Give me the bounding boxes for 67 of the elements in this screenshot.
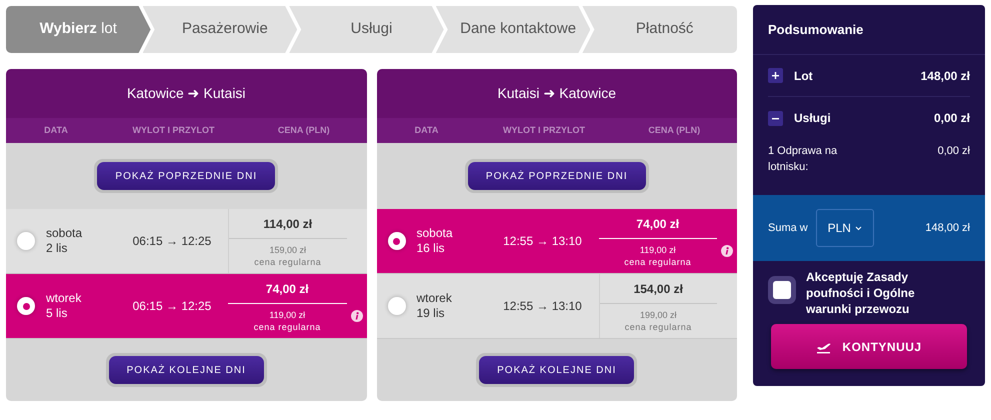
- show-days-button[interactable]: POKAŻ KOLEJNE DNI: [108, 356, 264, 384]
- step-tab[interactable]: Płatność: [582, 6, 737, 53]
- show-days-button[interactable]: POKAŻ POPRZEDNIE DNI: [97, 162, 276, 190]
- regular-price: 119,00 zł: [269, 308, 306, 320]
- column-label: CENA (PLN): [648, 124, 700, 137]
- column-label: WYLOT I PRZYLOT: [132, 124, 214, 137]
- section-amount: 148,00 zł: [920, 68, 970, 84]
- price: 114,00 zł: [263, 216, 312, 232]
- column-label: WYLOT I PRZYLOT: [503, 124, 585, 137]
- regular-price-label: cena regularna: [624, 320, 692, 332]
- currency-select[interactable]: PLN: [816, 209, 874, 247]
- item-label: 1 Odprawa na lotnisku:: [768, 144, 838, 175]
- day-name: sobota: [416, 226, 454, 241]
- summary-title: Podsumowanie: [768, 20, 864, 39]
- radio-button[interactable]: [388, 297, 406, 315]
- step-tab[interactable]: Pasażerowie: [142, 6, 298, 53]
- date-text: 19 lis: [416, 306, 446, 321]
- day-name: wtorek: [46, 291, 82, 306]
- radio-button[interactable]: [17, 297, 35, 315]
- regular-price-label: cena regularna: [624, 256, 692, 268]
- show-days-button[interactable]: POKAŻ POPRZEDNIE DNI: [468, 162, 646, 190]
- price: 154,00 zł: [634, 280, 683, 298]
- step-tab[interactable]: Wybierz lot: [6, 6, 151, 53]
- expand-icon[interactable]: [768, 68, 783, 83]
- radio-button[interactable]: [17, 232, 35, 250]
- continue-button[interactable]: KONTYNUUJ: [771, 324, 967, 369]
- flight-row[interactable]: wtorek 19 lis 12:55 → 13:10 154,00 zł 199,00 zł cena regularna: [376, 274, 737, 339]
- step-tab[interactable]: Usługi: [289, 6, 444, 53]
- terms-checkbox[interactable]: [768, 276, 796, 304]
- column-label: DATA: [44, 124, 68, 137]
- collapse-icon[interactable]: [768, 110, 783, 126]
- flight-times: 12:55 → 13:10: [502, 298, 583, 315]
- day-name: sobota: [46, 226, 84, 241]
- regular-price: 119,00 zł: [640, 244, 676, 256]
- route-title: Kutaisi ➜ Katowice: [497, 84, 616, 103]
- terms-text: Akceptuję Zasady poufności i Ogólne warunki przewozu: [806, 269, 916, 317]
- regular-price: 199,00 zł: [640, 308, 677, 320]
- show-days-button[interactable]: POKAŻ KOLEJNE DNI: [479, 356, 634, 384]
- date-text: 5 lis: [46, 306, 68, 321]
- regular-price-label: cena regularna: [254, 256, 322, 268]
- regular-price: 159,00 zł: [269, 244, 306, 256]
- column-label: DATA: [414, 124, 438, 137]
- info-icon[interactable]: [350, 310, 362, 322]
- section-label: Lot: [794, 68, 814, 84]
- info-icon[interactable]: [721, 245, 733, 257]
- total-amount: 148,00 zł: [925, 220, 970, 236]
- price: 74,00 zł: [636, 216, 680, 232]
- step-tab[interactable]: Dane kontaktowe: [436, 6, 590, 53]
- section-label: Usługi: [794, 110, 832, 127]
- column-label: CENA (PLN): [278, 124, 330, 137]
- radio-button[interactable]: [388, 232, 406, 250]
- route-title: Katowice ➜ Kutaisi: [126, 84, 246, 103]
- flight-times: 12:55 → 13:10: [502, 233, 583, 250]
- section-amount: 0,00 zł: [934, 110, 970, 127]
- total-label: Suma w: [768, 220, 808, 236]
- date-text: 16 lis: [416, 241, 446, 256]
- chevron-down-icon: [854, 226, 862, 230]
- flight-times: 06:15 → 12:25: [132, 233, 212, 250]
- flight-row[interactable]: wtorek 5 lis 06:15 → 12:25 74,00 zł 119,00 zł cena regularna: [6, 274, 366, 339]
- day-name: wtorek: [416, 291, 453, 306]
- price: 74,00 zł: [266, 280, 309, 298]
- flight-times: 06:15 → 12:25: [132, 298, 212, 315]
- flight-row[interactable]: sobota 16 lis 12:55 → 13:10 74,00 zł 119,00 zł cena regularna: [376, 209, 737, 274]
- flight-row[interactable]: sobota 2 lis 06:15 → 12:25 114,00 zł 159,00 zł cena regularna: [6, 209, 366, 274]
- regular-price-label: cena regularna: [254, 320, 321, 332]
- date-text: 2 lis: [46, 241, 68, 256]
- item-amount: 0,00 zł: [938, 144, 970, 159]
